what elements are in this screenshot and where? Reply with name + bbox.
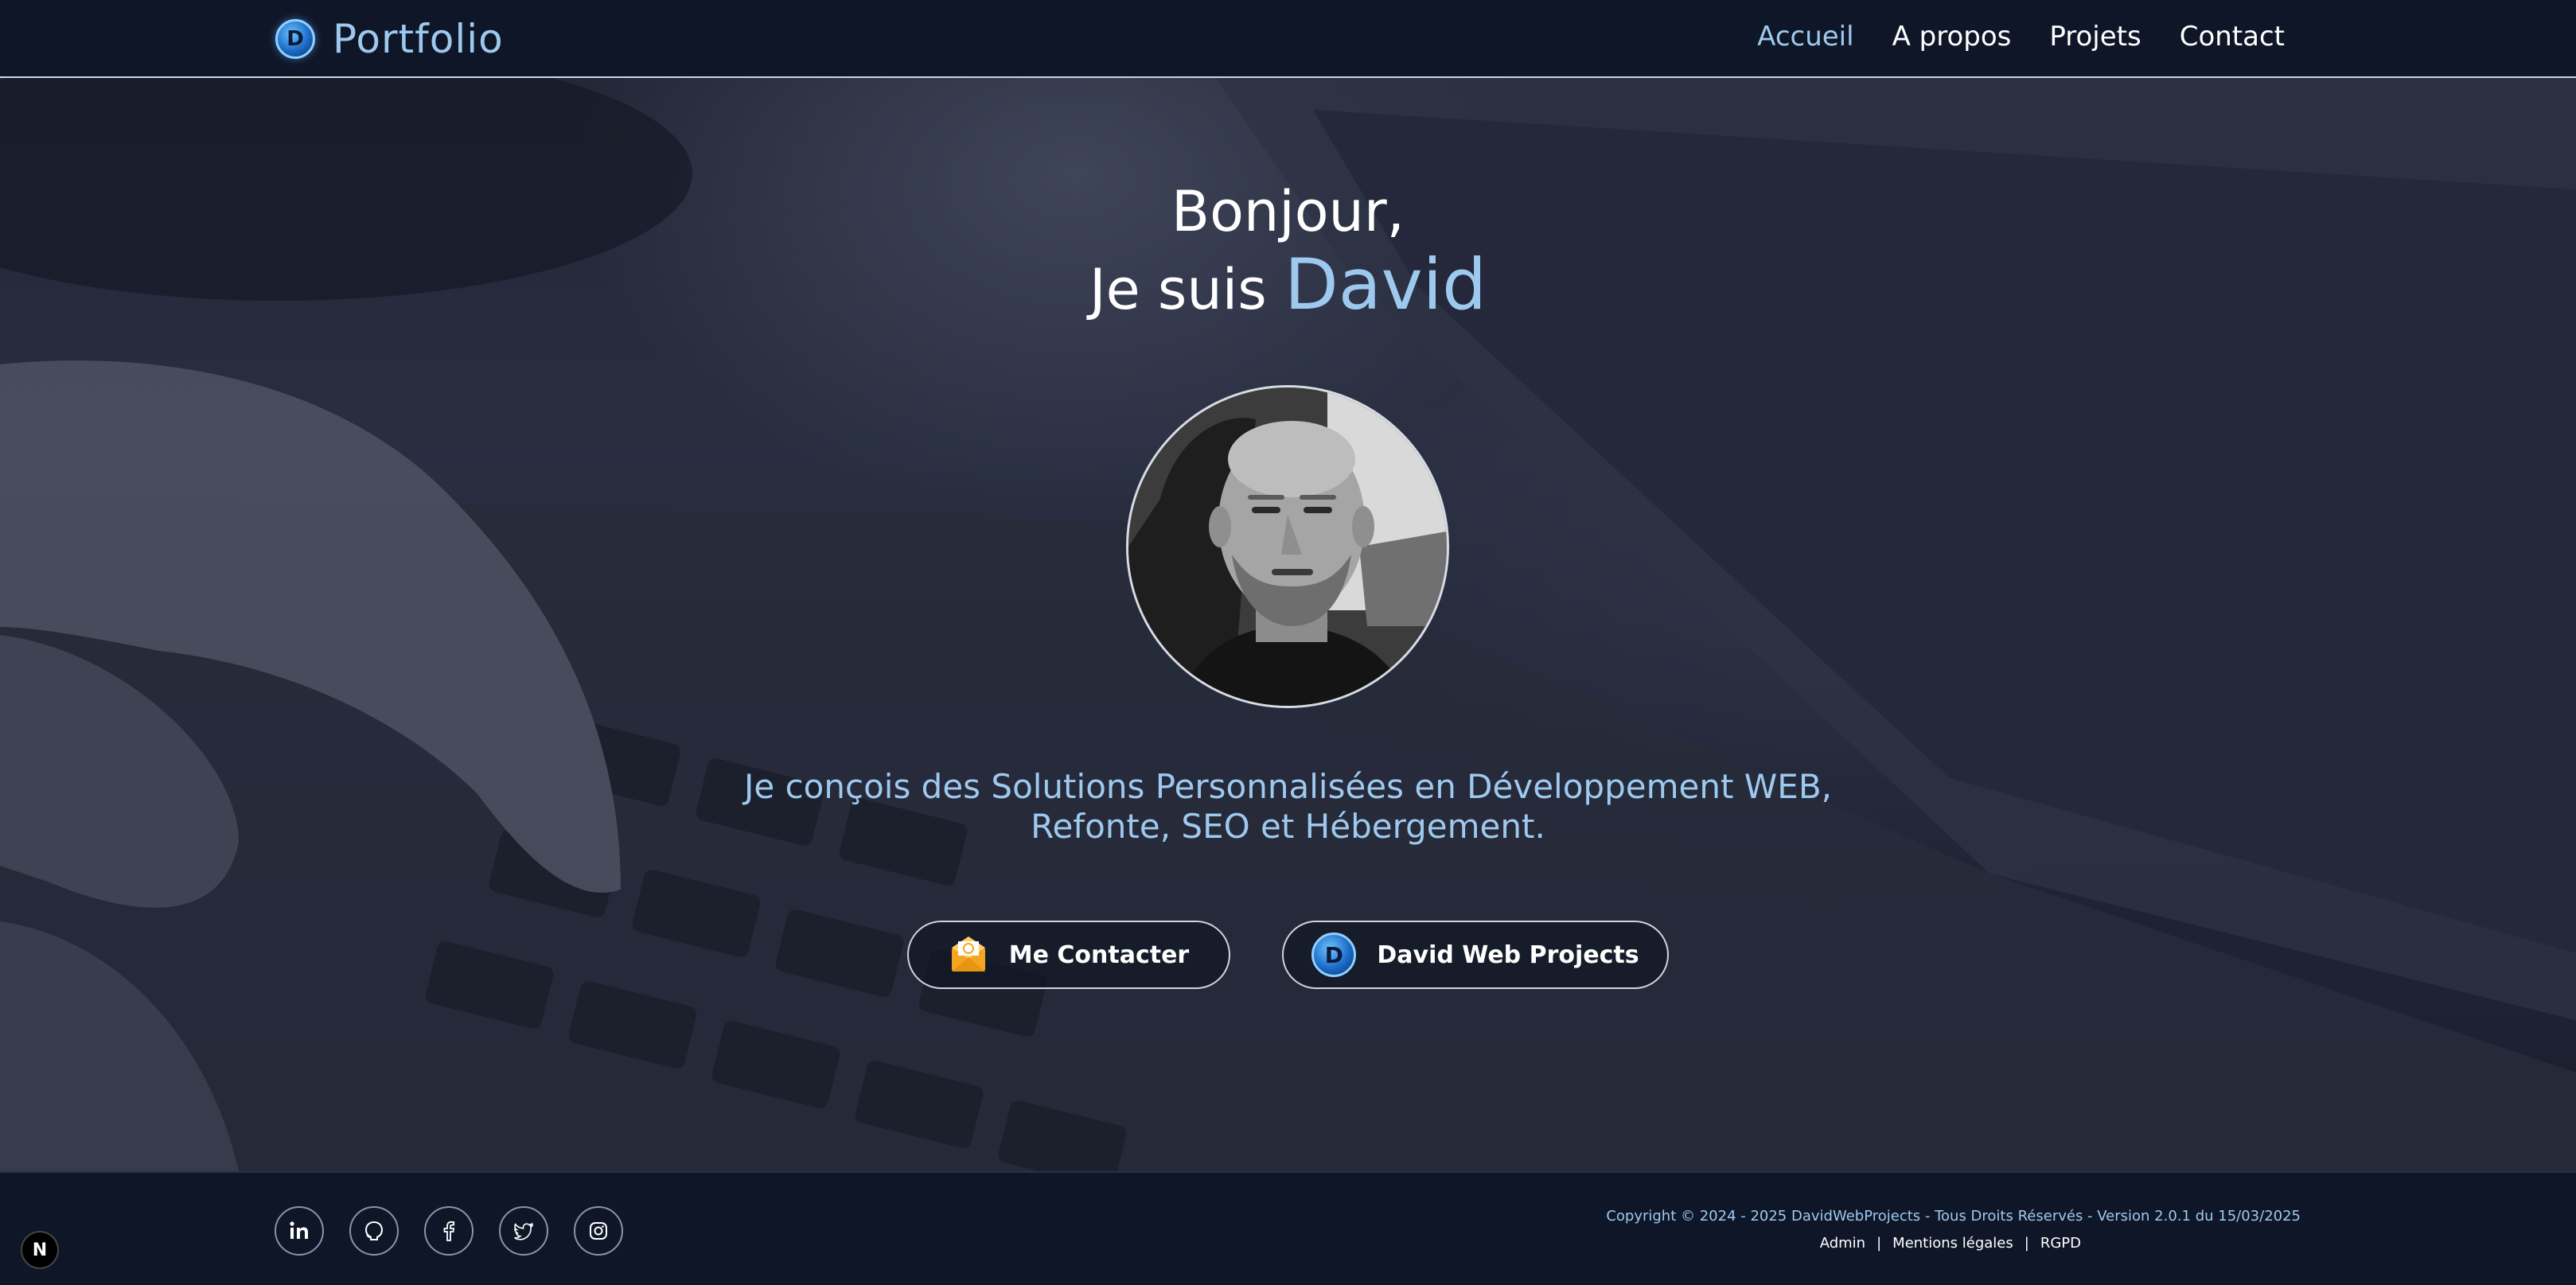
facebook-icon[interactable] [424,1206,474,1256]
social-links [275,1206,623,1256]
contact-button-label: Me Contacter [1008,940,1190,969]
hero-tagline-line1: Je conçois des Solutions Personnalisées … [744,767,1832,806]
brand-link[interactable]: D Portfolio [275,16,504,62]
david-web-projects-button[interactable]: D David Web Projects [1282,921,1669,989]
instagram-icon[interactable] [574,1206,623,1256]
envelope-icon [951,936,985,972]
nav-item-contact[interactable]: Contact [2180,21,2285,53]
site-header: D Portfolio Accueil A propos Projets Con… [0,0,2576,78]
main-nav: Accueil A propos Projets Contact [1757,21,2285,53]
contact-button[interactable]: Me Contacter [907,921,1230,989]
admin-link[interactable]: Admin [1820,1235,1865,1252]
rgpd-link[interactable]: RGPD [2040,1235,2081,1252]
site-footer: Copyright © 2024 - 2025 DavidWebProjects… [0,1171,2576,1285]
hero-intro-text: Je suis [1089,257,1267,322]
linkedin-icon[interactable] [275,1206,324,1256]
nav-item-projets[interactable]: Projets [2049,21,2141,53]
mentions-legales-link[interactable]: Mentions légales [1892,1235,2013,1252]
logo-icon: D [275,19,315,59]
dwp-logo-icon: D [1311,933,1357,977]
hero-greeting: Bonjour, [1171,179,1405,244]
avatar [1126,385,1449,708]
hero-section: Bonjour, Je suis David Je conçois des So… [0,78,2576,1171]
avatar-photo [1128,387,1447,706]
separator: | [2024,1235,2029,1252]
copyright-text: Copyright © 2024 - 2025 DavidWebProjects… [1606,1208,2301,1225]
nav-item-accueil[interactable]: Accueil [1757,21,1853,53]
hero-tagline-line2: Refonte, SEO et Hébergement. [1031,807,1545,846]
legal-links: Admin | Mentions légales | RGPD [1820,1235,2081,1252]
dev-tools-badge[interactable]: N [21,1231,59,1269]
dwp-button-label: David Web Projects [1377,940,1639,969]
brand-title: Portfolio [333,16,504,62]
hero-name: David [1284,243,1487,325]
nav-item-a-propos[interactable]: A propos [1892,21,2012,53]
hero-intro: Je suis David [0,245,2576,329]
separator: | [1876,1235,1882,1252]
twitter-icon[interactable] [499,1206,548,1256]
hero-tagline: Je conçois des Solutions Personnalisées … [0,767,2576,847]
github-icon[interactable] [349,1206,399,1256]
